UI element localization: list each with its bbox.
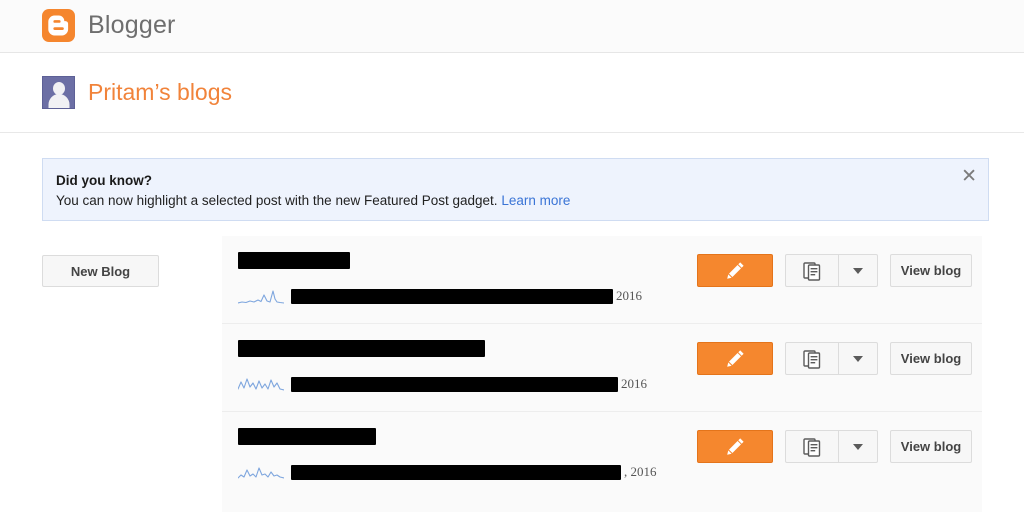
pageviews-sparkline-icon xyxy=(238,378,284,391)
new-post-button[interactable] xyxy=(697,254,773,287)
blog-meta: 2016 xyxy=(238,286,642,306)
brand-name: Blogger xyxy=(88,11,176,39)
posts-dropdown-button[interactable] xyxy=(839,255,877,286)
redacted-blog-meta xyxy=(291,288,613,304)
posts-button[interactable] xyxy=(786,255,839,286)
learn-more-link[interactable]: Learn more xyxy=(501,193,570,208)
posts-button-group xyxy=(785,342,878,375)
posts-documents-icon xyxy=(802,437,820,457)
blog-title xyxy=(238,340,485,358)
chevron-down-icon xyxy=(853,443,863,450)
posts-button[interactable] xyxy=(786,343,839,374)
new-post-button[interactable] xyxy=(697,430,773,463)
page-title: Pritam’s blogs xyxy=(88,79,233,105)
did-you-know-banner: Did you know? You can now highlight a se… xyxy=(42,158,989,221)
banner-body-text: You can now highlight a selected post wi… xyxy=(56,193,498,208)
blog-row-actions: View blog xyxy=(697,430,972,463)
pencil-icon xyxy=(726,438,744,455)
blog-row: 2016 View blog xyxy=(222,324,982,412)
blog-row: , 2016 View blog xyxy=(222,412,982,500)
blog-date: 2016 xyxy=(616,288,642,303)
view-blog-button[interactable]: View blog xyxy=(890,430,972,463)
posts-button-group xyxy=(785,430,878,463)
redacted-blog-title xyxy=(238,340,485,358)
blog-date: , 2016 xyxy=(624,464,657,479)
blogger-dashboard-page: Blogger Pritam’s blogs Did you know? You… xyxy=(0,0,1024,512)
blogger-logo-icon xyxy=(42,9,75,42)
redacted-blog-title xyxy=(238,252,350,270)
redacted-blog-meta xyxy=(291,376,618,392)
chevron-down-icon xyxy=(853,267,863,274)
pageviews-sparkline-icon xyxy=(238,467,284,479)
profile-bar: Pritam’s blogs xyxy=(0,53,1024,133)
posts-dropdown-button[interactable] xyxy=(839,431,877,462)
pencil-icon xyxy=(726,262,744,279)
posts-dropdown-button[interactable] xyxy=(839,343,877,374)
redacted-blog-title xyxy=(238,428,376,446)
banner-body: You can now highlight a selected post wi… xyxy=(56,193,570,208)
blog-list-panel: 2016 View blog 2016 View blog , 2016 Vie… xyxy=(222,236,982,512)
blog-date: 2016 xyxy=(621,376,647,391)
banner-title: Did you know? xyxy=(56,173,152,188)
view-blog-button[interactable]: View blog xyxy=(890,254,972,287)
new-blog-button[interactable]: New Blog xyxy=(42,255,159,287)
blog-meta: 2016 xyxy=(238,374,647,394)
user-avatar-icon xyxy=(42,76,75,109)
close-icon[interactable]: ✕ xyxy=(961,167,977,186)
redacted-blog-meta xyxy=(291,464,621,480)
blog-title xyxy=(238,252,350,270)
posts-documents-icon xyxy=(802,261,820,281)
profile[interactable]: Pritam’s blogs xyxy=(42,76,232,109)
pencil-icon xyxy=(726,350,744,367)
posts-documents-icon xyxy=(802,349,820,369)
posts-button[interactable] xyxy=(786,431,839,462)
pageviews-sparkline-icon xyxy=(238,290,284,304)
view-blog-button[interactable]: View blog xyxy=(890,342,972,375)
blog-row: 2016 View blog xyxy=(222,236,982,324)
avatar-body xyxy=(48,94,69,108)
top-bar: Blogger xyxy=(0,0,1024,53)
brand[interactable]: Blogger xyxy=(42,9,176,42)
new-post-button[interactable] xyxy=(697,342,773,375)
chevron-down-icon xyxy=(853,355,863,362)
posts-button-group xyxy=(785,254,878,287)
blog-row-actions: View blog xyxy=(697,254,972,287)
blog-title xyxy=(238,428,376,446)
blog-meta: , 2016 xyxy=(238,462,657,482)
blog-row-actions: View blog xyxy=(697,342,972,375)
